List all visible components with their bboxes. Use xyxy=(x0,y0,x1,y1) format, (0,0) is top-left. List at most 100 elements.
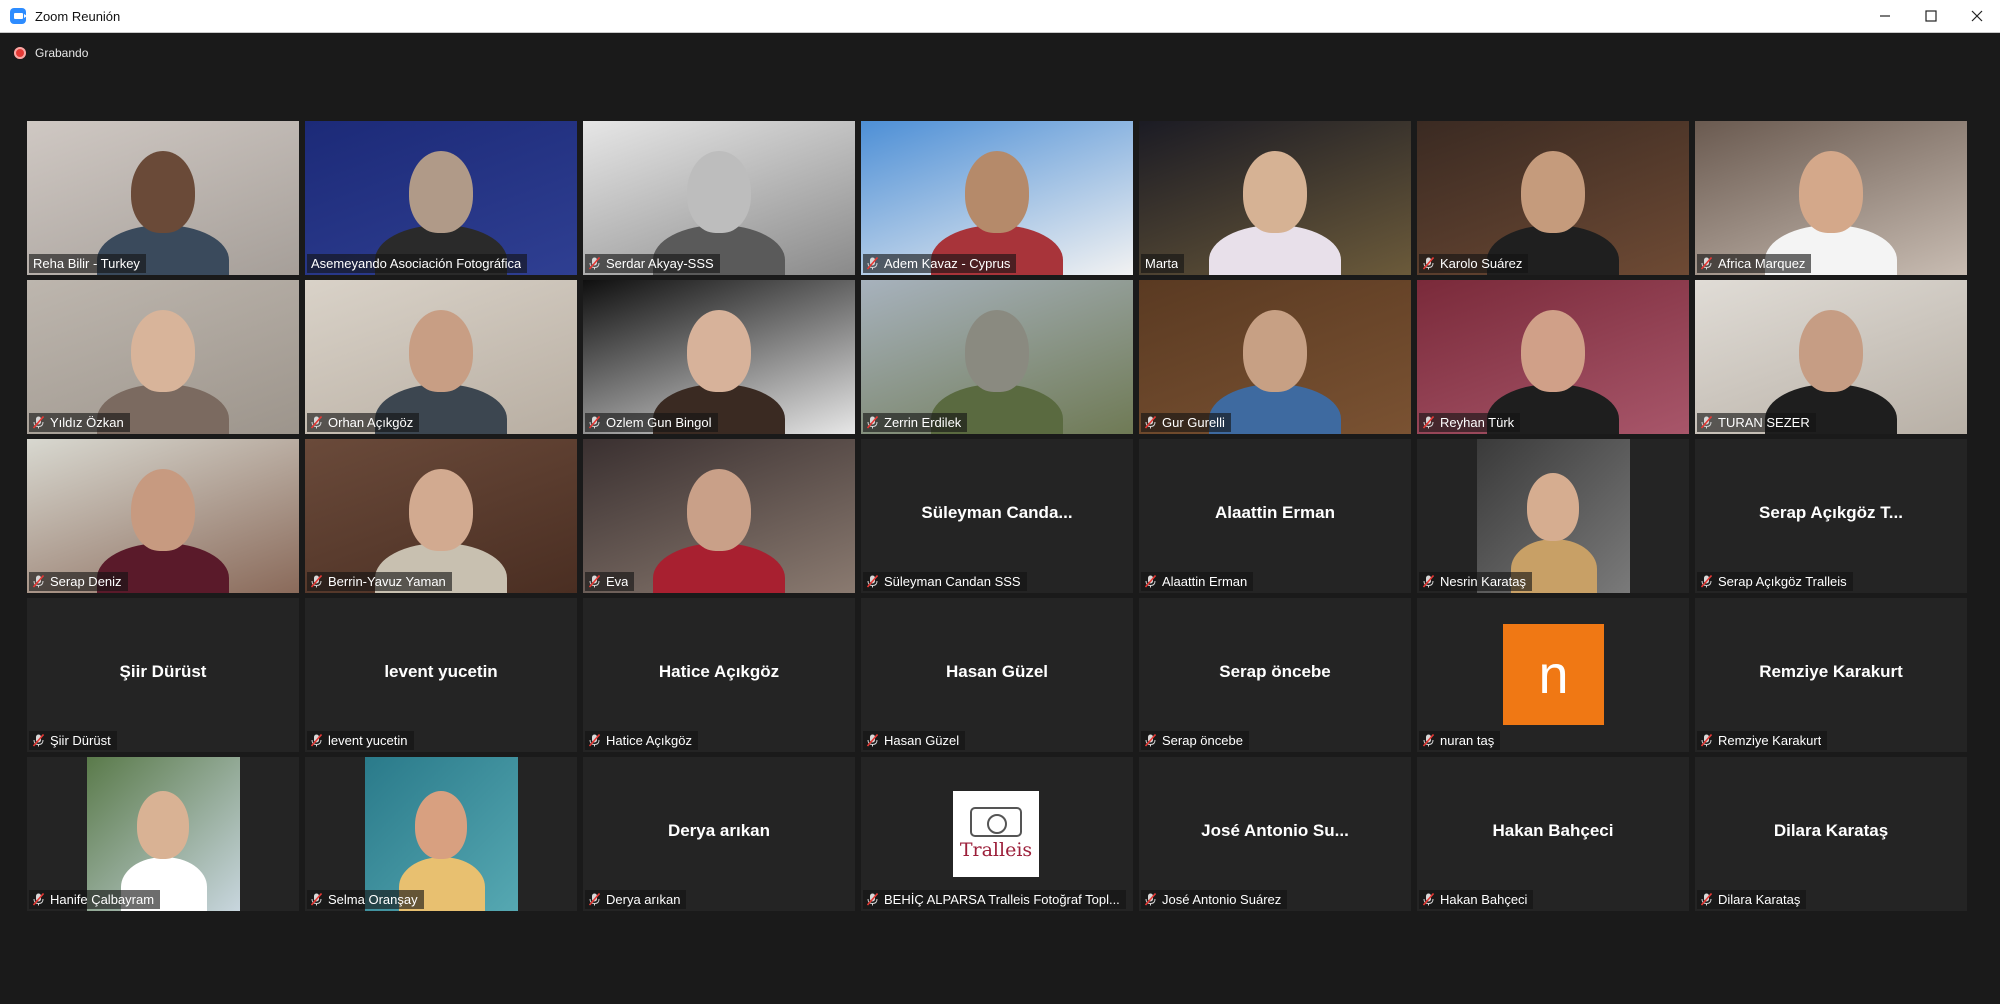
muted-mic-icon xyxy=(33,734,44,747)
participant-name-label: Süleyman Candan SSS xyxy=(863,572,1027,591)
muted-mic-icon xyxy=(867,893,878,906)
muted-mic-icon xyxy=(867,734,878,747)
participant-video xyxy=(1695,121,1967,275)
participant-name: levent yucetin xyxy=(328,733,408,748)
participant-tile[interactable]: Dilara Karataş Dilara Karataş xyxy=(1695,757,1967,911)
participant-tile[interactable]: Serdar Akyay-SSS xyxy=(583,121,855,275)
logo-text: Tralleis xyxy=(959,839,1033,861)
participant-tile[interactable]: Asemeyando Asociación Fotográfica xyxy=(305,121,577,275)
participant-tile[interactable]: Tralleis BEHİÇ ALPARSA Tralleis Fotoğraf … xyxy=(861,757,1133,911)
profile-photo xyxy=(87,757,240,911)
participant-tile[interactable]: Nesrin Karataş xyxy=(1417,439,1689,593)
participant-tile[interactable]: Orhan Açıkgöz xyxy=(305,280,577,434)
participant-tile[interactable]: Zerrin Erdilek xyxy=(861,280,1133,434)
participant-name-label: Remziye Karakurt xyxy=(1697,731,1828,750)
muted-mic-icon xyxy=(1701,416,1712,429)
participant-tile[interactable]: Gur Gurelli xyxy=(1139,280,1411,434)
muted-mic-icon xyxy=(1701,734,1712,747)
participant-name: Yıldız Özkan xyxy=(50,415,124,430)
participant-tile[interactable]: Serap Açıkgöz T... Serap Açıkgöz Tralleis xyxy=(1695,439,1967,593)
participant-tile[interactable]: n nuran taş xyxy=(1417,598,1689,752)
participant-video xyxy=(583,121,855,275)
zoom-logo-icon xyxy=(10,8,27,24)
participant-tile[interactable]: Hakan Bahçeci Hakan Bahçeci xyxy=(1417,757,1689,911)
participant-name-label: Eva xyxy=(585,572,635,591)
muted-mic-icon xyxy=(589,257,600,270)
muted-mic-icon xyxy=(311,734,322,747)
muted-mic-icon xyxy=(1423,257,1434,270)
participant-tile[interactable]: Reha Bilir - Turkey xyxy=(27,121,299,275)
participant-video xyxy=(305,280,577,434)
participant-name: Alaattin Erman xyxy=(1162,574,1248,589)
participant-name-label: Berrin-Yavuz Yaman xyxy=(307,572,452,591)
minimize-icon xyxy=(1880,15,1890,17)
recording-label: Grabando xyxy=(35,46,89,60)
participant-tile[interactable]: Süleyman Canda... Süleyman Candan SSS xyxy=(861,439,1133,593)
participant-tile[interactable]: Derya arıkan Derya arıkan xyxy=(583,757,855,911)
participant-tile[interactable]: Karolo Suárez xyxy=(1417,121,1689,275)
participant-tile[interactable]: TURAN SEZER xyxy=(1695,280,1967,434)
participant-display-name: Derya arıkan xyxy=(667,821,771,840)
participant-name-label: Ozlem Gun Bingol xyxy=(585,413,718,432)
avatar-letter: n xyxy=(1503,624,1604,725)
muted-mic-icon xyxy=(1145,575,1156,588)
tralleis-logo: Tralleis xyxy=(953,791,1039,877)
participant-display-name: Şiir Dürüst xyxy=(119,662,207,681)
title-bar: Zoom Reunión xyxy=(0,0,2000,33)
participant-name: Gur Gurelli xyxy=(1162,415,1225,430)
participant-name-label: nuran taş xyxy=(1419,731,1501,750)
participant-tile[interactable]: Yıldız Özkan xyxy=(27,280,299,434)
participant-display-name: Alaattin Erman xyxy=(1215,503,1335,522)
participant-display-name: Remziye Karakurt xyxy=(1759,662,1903,681)
muted-mic-icon xyxy=(1701,893,1712,906)
muted-mic-icon xyxy=(33,416,44,429)
participant-name: Orhan Açıkgöz xyxy=(328,415,414,430)
close-button[interactable] xyxy=(1954,0,2000,33)
participant-name: Serap öncebe xyxy=(1162,733,1243,748)
participant-tile[interactable]: Africa Marquez xyxy=(1695,121,1967,275)
participant-display-name: Serap öncebe xyxy=(1219,662,1331,681)
participant-name-label: Marta xyxy=(1141,254,1185,273)
participant-tile[interactable]: José Antonio Su... José Antonio Suárez xyxy=(1139,757,1411,911)
participant-tile[interactable]: Marta xyxy=(1139,121,1411,275)
participant-tile[interactable]: Hasan Güzel Hasan Güzel xyxy=(861,598,1133,752)
participant-display-name: Hatice Açıkgöz xyxy=(658,662,780,681)
participant-name: Derya arıkan xyxy=(606,892,681,907)
participant-video xyxy=(27,439,299,593)
participant-video xyxy=(1417,121,1689,275)
participant-tile[interactable]: Serap öncebe Serap öncebe xyxy=(1139,598,1411,752)
participant-tile[interactable]: Hatice Açıkgöz Hatice Açıkgöz xyxy=(583,598,855,752)
participant-tile[interactable]: Ozlem Gun Bingol xyxy=(583,280,855,434)
participant-tile[interactable]: Alaattin Erman Alaattin Erman xyxy=(1139,439,1411,593)
participant-name: Karolo Suárez xyxy=(1440,256,1523,271)
minimize-button[interactable] xyxy=(1862,0,1908,33)
participant-tile[interactable]: Remziye Karakurt Remziye Karakurt xyxy=(1695,598,1967,752)
participant-name-label: Alaattin Erman xyxy=(1141,572,1254,591)
participant-tile[interactable]: levent yucetin levent yucetin xyxy=(305,598,577,752)
participant-display-name: Hasan Güzel xyxy=(945,662,1049,681)
muted-mic-icon xyxy=(1701,575,1712,588)
participant-tile[interactable]: Serap Deniz xyxy=(27,439,299,593)
participant-name-label: Hanife Çalbayram xyxy=(29,890,161,909)
muted-mic-icon xyxy=(33,575,44,588)
participant-name-label: Gur Gurelli xyxy=(1141,413,1231,432)
recording-indicator[interactable]: Grabando xyxy=(14,46,88,60)
participant-name-label: José Antonio Suárez xyxy=(1141,890,1288,909)
participant-name-label: Serap Deniz xyxy=(29,572,128,591)
participant-name-label: Reha Bilir - Turkey xyxy=(29,254,146,273)
participant-name: Reyhan Türk xyxy=(1440,415,1515,430)
participant-tile[interactable]: Reyhan Türk xyxy=(1417,280,1689,434)
participant-tile[interactable]: Berrin-Yavuz Yaman xyxy=(305,439,577,593)
participant-tile[interactable]: Hanife Çalbayram xyxy=(27,757,299,911)
participant-tile[interactable]: Selma Oranşay xyxy=(305,757,577,911)
participant-tile[interactable]: Eva xyxy=(583,439,855,593)
participant-name: Dilara Karataş xyxy=(1718,892,1801,907)
muted-mic-icon xyxy=(1145,416,1156,429)
participant-name: Hatice Açıkgöz xyxy=(606,733,692,748)
participant-name-label: Orhan Açıkgöz xyxy=(307,413,420,432)
maximize-button[interactable] xyxy=(1908,0,1954,33)
profile-photo xyxy=(1477,439,1630,593)
participant-tile[interactable]: Şiir Dürüst Şiir Dürüst xyxy=(27,598,299,752)
participant-tile[interactable]: Adem Kavaz - Cyprus xyxy=(861,121,1133,275)
participant-name-label: Asemeyando Asociación Fotográfica xyxy=(307,254,528,273)
